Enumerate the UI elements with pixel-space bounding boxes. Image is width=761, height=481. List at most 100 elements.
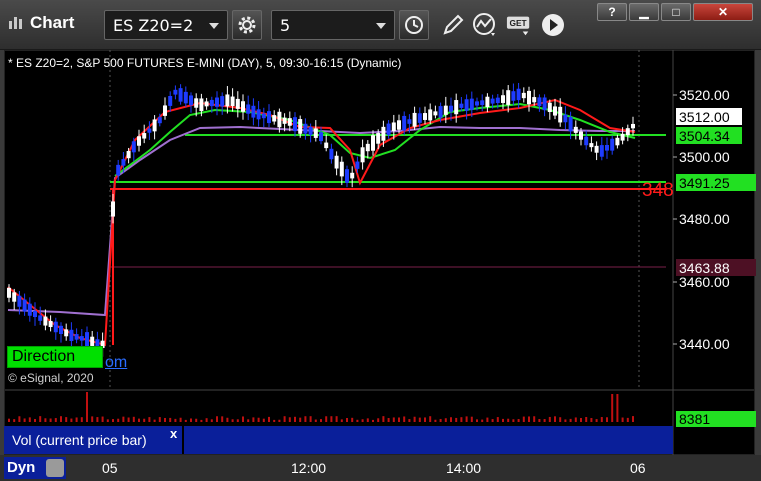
volume-bar bbox=[174, 418, 177, 422]
volume-bar bbox=[143, 418, 146, 422]
volume-bar bbox=[398, 417, 400, 422]
volume-bar bbox=[408, 419, 411, 422]
volume-bar bbox=[70, 418, 73, 422]
volume-bar bbox=[387, 418, 390, 422]
volume-bar bbox=[34, 418, 36, 422]
volume-bar bbox=[309, 416, 312, 422]
volume-bar bbox=[403, 416, 406, 422]
volume-bar bbox=[366, 418, 369, 422]
volume-bar bbox=[288, 417, 291, 422]
volume-bar bbox=[476, 419, 478, 422]
volume-bar bbox=[257, 417, 260, 422]
volume-bar bbox=[392, 417, 395, 422]
volume-bar bbox=[450, 417, 452, 422]
time-label-2: 14:00 bbox=[446, 460, 482, 476]
volume-bar bbox=[268, 416, 270, 422]
volume-bar bbox=[205, 418, 208, 422]
volume-bar bbox=[91, 416, 94, 422]
volume-bar bbox=[444, 418, 447, 422]
volume-bar bbox=[517, 419, 520, 422]
volume-bar bbox=[548, 416, 551, 422]
volume-bars bbox=[8, 392, 634, 422]
volume-bar bbox=[559, 417, 562, 422]
volume-bar bbox=[106, 419, 109, 422]
volume-bar bbox=[148, 417, 151, 422]
volume-bar bbox=[158, 417, 161, 422]
time-label-1: 12:00 bbox=[291, 460, 327, 476]
volume-bar bbox=[434, 419, 437, 422]
volume-bar bbox=[86, 392, 88, 422]
volume-bar bbox=[626, 417, 629, 422]
volume-bar bbox=[75, 417, 78, 422]
volume-bar bbox=[481, 419, 484, 422]
volume-value-text: 8381 bbox=[679, 411, 710, 427]
volume-bar bbox=[236, 419, 239, 422]
volume-bar bbox=[429, 416, 432, 422]
volume-bar bbox=[569, 418, 572, 422]
volume-bar bbox=[564, 419, 567, 422]
time-label-3: 06 bbox=[630, 460, 646, 476]
volume-bar bbox=[164, 417, 166, 422]
volume-bar bbox=[80, 417, 83, 422]
volume-bar bbox=[216, 416, 218, 422]
volume-bar bbox=[221, 416, 224, 422]
volume-bar bbox=[460, 417, 463, 422]
time-label-0: 05 bbox=[102, 460, 118, 476]
volume-bar bbox=[304, 416, 307, 422]
volume-bar bbox=[470, 416, 473, 422]
volume-chart: 8381 bbox=[8, 390, 756, 455]
volume-bar bbox=[278, 419, 281, 422]
volume-bar bbox=[611, 394, 614, 422]
volume-bar bbox=[179, 417, 182, 422]
volume-bar bbox=[491, 419, 494, 422]
volume-bar bbox=[23, 418, 26, 422]
volume-bar bbox=[112, 419, 114, 422]
volume-bar bbox=[340, 419, 343, 422]
volume-bar bbox=[351, 417, 354, 422]
volume-bar bbox=[252, 417, 255, 422]
volume-bar bbox=[210, 419, 213, 422]
volume-bar bbox=[39, 416, 42, 422]
volume-bar bbox=[190, 418, 192, 422]
volume-bar bbox=[65, 417, 68, 422]
volume-bar bbox=[595, 419, 598, 422]
volume-bar bbox=[314, 419, 317, 422]
volume-bar bbox=[96, 417, 99, 422]
link-icon[interactable] bbox=[46, 459, 64, 477]
volume-bar bbox=[49, 418, 52, 422]
volume-bar bbox=[632, 416, 634, 422]
volume-bar bbox=[522, 416, 525, 422]
volume-bar bbox=[507, 418, 510, 422]
volume-bar bbox=[580, 418, 582, 422]
volume-bar bbox=[590, 418, 593, 422]
close-icon[interactable]: x bbox=[170, 426, 177, 441]
volume-bar bbox=[621, 417, 624, 422]
volume-bar bbox=[122, 416, 125, 422]
volume-bar bbox=[299, 417, 302, 422]
volume-bar bbox=[273, 419, 276, 422]
volume-bar bbox=[606, 417, 608, 422]
volume-bar bbox=[455, 417, 458, 422]
volume-bar bbox=[127, 417, 130, 422]
volume-bar bbox=[538, 419, 541, 422]
volume-bar bbox=[325, 416, 328, 422]
volume-bar bbox=[195, 418, 198, 422]
volume-label-strip bbox=[184, 426, 673, 454]
volume-bar bbox=[28, 417, 31, 422]
volume-bar bbox=[361, 419, 364, 422]
volume-bar bbox=[247, 419, 250, 422]
volume-bar bbox=[439, 418, 442, 422]
volume-bar bbox=[585, 417, 588, 422]
volume-study-label[interactable]: Vol (current price bar) bbox=[4, 426, 182, 454]
volume-bar bbox=[486, 417, 489, 422]
volume-bar bbox=[320, 419, 322, 422]
volume-bar bbox=[502, 418, 504, 422]
volume-bar bbox=[496, 417, 499, 422]
volume-bar bbox=[543, 419, 546, 422]
volume-bar bbox=[18, 416, 21, 422]
volume-bar bbox=[294, 416, 296, 422]
volume-bar bbox=[8, 418, 10, 422]
volume-bar bbox=[283, 416, 286, 422]
volume-bar bbox=[413, 416, 416, 422]
volume-bar bbox=[372, 419, 374, 422]
